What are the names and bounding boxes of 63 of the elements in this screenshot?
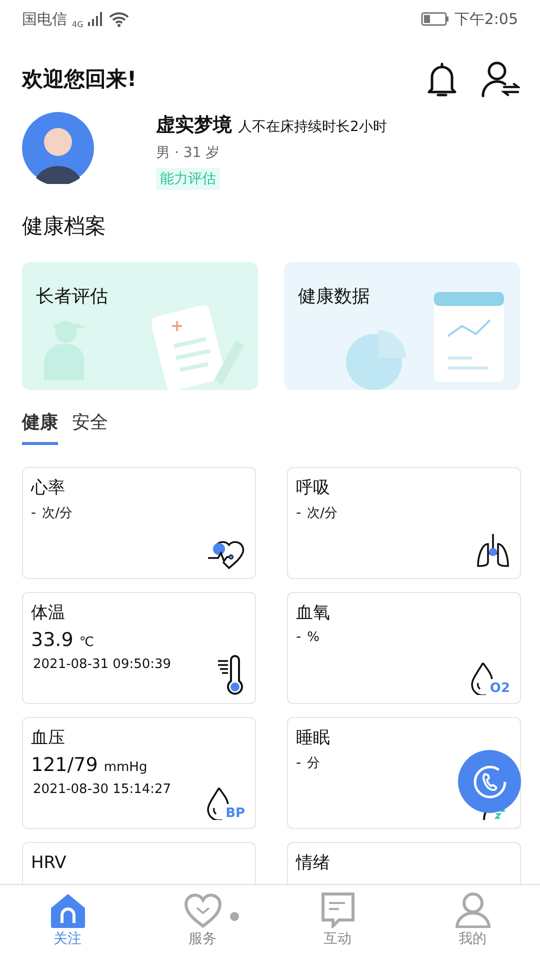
heart-rate-icon: [207, 538, 245, 570]
person-icon: [454, 892, 492, 928]
home-icon: [48, 892, 86, 928]
battery-icon: [421, 12, 450, 26]
nav-tab[interactable]: 关注: [18, 891, 118, 960]
clock-time: 下午2:05: [454, 10, 518, 28]
metric-title: 睡眠: [296, 728, 331, 748]
metric-value: 121/79: [31, 754, 98, 776]
chat-icon: [318, 892, 356, 928]
metric-value: -: [296, 755, 302, 772]
icon-label: O2: [490, 682, 510, 695]
metric-card[interactable]: 心率 - 次/分: [22, 467, 256, 579]
wifi-icon: [109, 12, 130, 26]
metric-title: 心率: [31, 478, 66, 498]
metric-title: 体温: [31, 603, 66, 624]
status-text: 人不在床持续时长2小时: [238, 118, 387, 136]
metric-card[interactable]: 体温 33.9 ℃ 2021-08-31 09:50:39: [22, 592, 256, 704]
metric-value: -: [31, 505, 36, 522]
metric-unit: mmHg: [104, 760, 148, 776]
heart-icon: [184, 892, 222, 928]
metric-title: 血氧: [296, 603, 331, 624]
metric-value: 33.9: [31, 629, 74, 652]
switch-user-icon[interactable]: [480, 60, 520, 98]
avatar: [22, 112, 94, 184]
metric-card[interactable]: 血氧 - % O2: [287, 592, 521, 704]
metric-time: 2021-08-31 09:50:39: [32, 657, 172, 672]
pie-chart-drawing: [346, 328, 408, 390]
carrier-name: 国电信: [22, 10, 67, 28]
tab[interactable]: 健康: [22, 408, 58, 445]
network-type: 4G: [72, 20, 84, 28]
section-title: 健康档案: [22, 213, 107, 240]
banner-card[interactable]: 健康数据: [284, 262, 520, 390]
metric-title: 情绪: [296, 853, 331, 874]
metric-card[interactable]: 情绪: [287, 842, 521, 884]
user-name: 虚实梦境: [156, 113, 232, 138]
thermometer-icon: [217, 655, 245, 695]
banner-card[interactable]: 长者评估: [22, 262, 258, 390]
banner-label: 健康数据: [298, 285, 370, 308]
metric-card[interactable]: 血压 121/79 mmHg 2021-08-30 15:14:27 BP: [22, 717, 256, 829]
metric-unit: ℃: [79, 635, 94, 650]
metric-card[interactable]: 呼吸 - 次/分: [287, 467, 521, 579]
lungs-icon: [476, 532, 510, 570]
phone-icon: [472, 764, 508, 800]
tab[interactable]: 安全: [72, 408, 108, 445]
metric-value: -: [296, 629, 302, 646]
metric-unit: 分: [307, 755, 320, 772]
metric-unit: 次/分: [42, 505, 72, 522]
metric-value: -: [296, 505, 302, 522]
welcome-title: 欢迎您回来!: [22, 66, 137, 93]
icon-label: BP: [226, 807, 245, 820]
metric-unit: %: [307, 630, 320, 646]
banner-label: 长者评估: [36, 285, 108, 308]
metric-title: 呼吸: [296, 478, 331, 498]
metric-title: HRV: [31, 853, 68, 874]
user-info: 男 · 31 岁: [156, 144, 221, 162]
metric-unit: 次/分: [307, 505, 338, 522]
nav-tab[interactable]: 服务: [152, 891, 252, 960]
signal-icon: [88, 12, 104, 26]
nav-tab[interactable]: 互动: [288, 891, 388, 960]
metric-title: 血压: [31, 728, 66, 748]
nav-tab[interactable]: 我的: [422, 891, 522, 960]
metric-time: 2021-08-30 15:14:27: [32, 782, 172, 798]
bell-icon[interactable]: [426, 61, 458, 97]
